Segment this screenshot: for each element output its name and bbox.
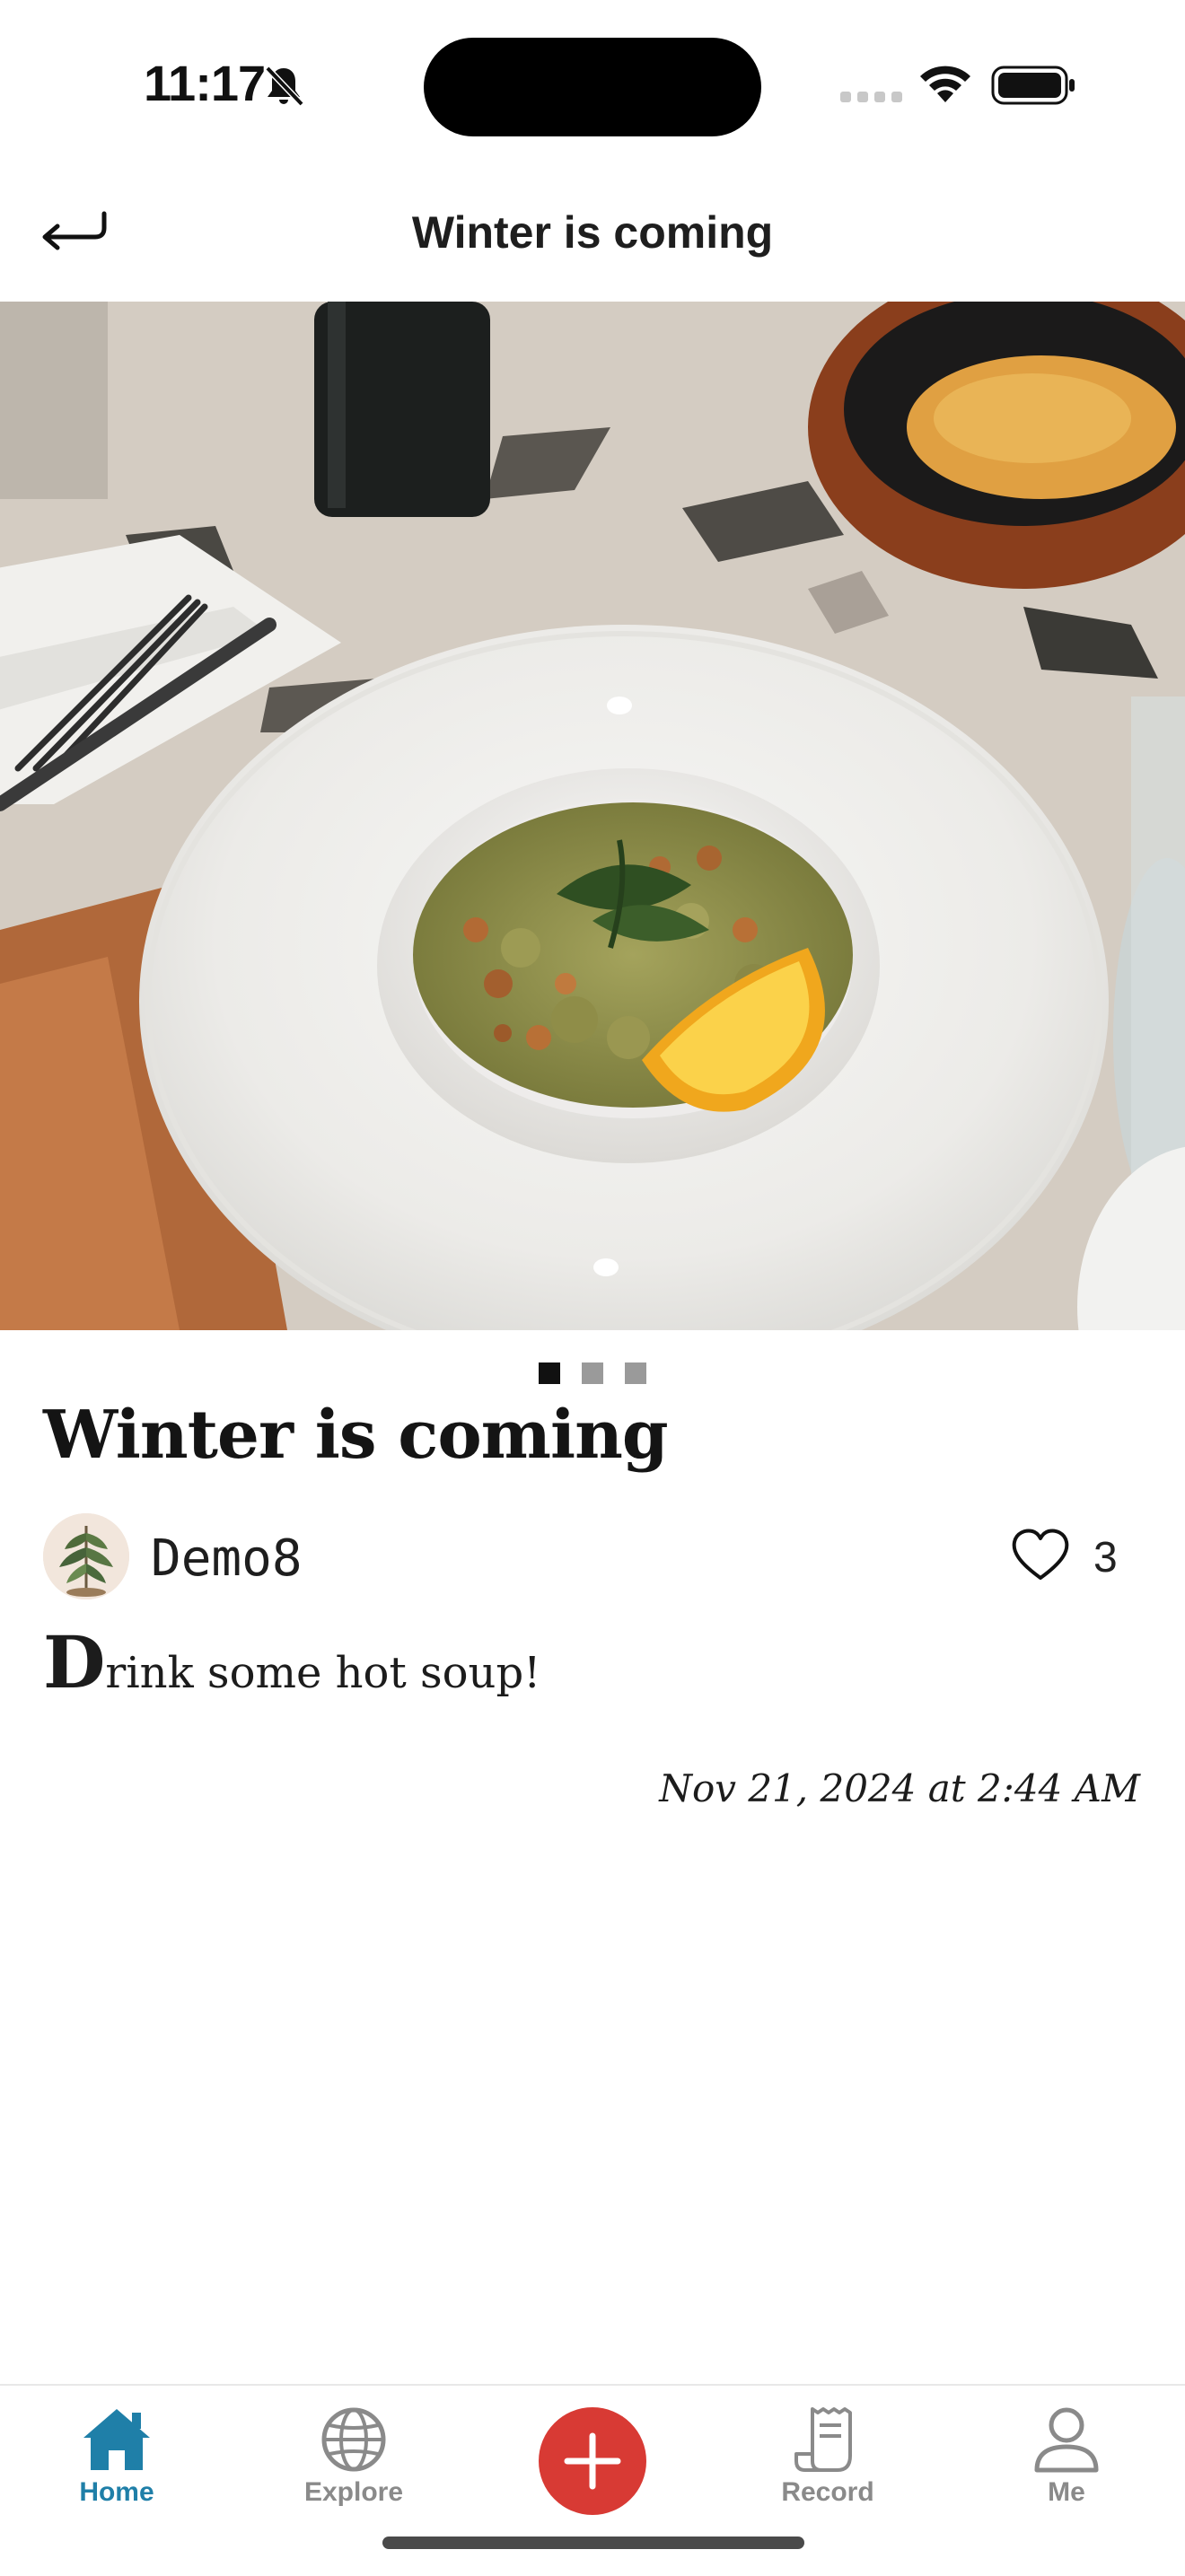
tab-home[interactable]: Home xyxy=(27,2405,206,2522)
tab-me-label: Me xyxy=(1048,2477,1085,2507)
nav-header: Winter is coming xyxy=(0,171,1185,302)
globe-icon xyxy=(321,2407,386,2472)
post-photo[interactable] xyxy=(0,302,1185,1330)
post-body-drop-cap: D xyxy=(43,1620,106,1704)
post-body: Drink some hot soup! xyxy=(43,1626,540,1698)
heart-outline-icon[interactable] xyxy=(1009,1526,1072,1583)
add-post-button[interactable] xyxy=(539,2407,646,2515)
header-title: Winter is coming xyxy=(411,207,774,258)
author-row: Demo8 3 xyxy=(43,1513,1142,1599)
carousel-dot-2[interactable] xyxy=(582,1362,603,1384)
status-time: 11:17 xyxy=(144,55,266,111)
home-indicator[interactable] xyxy=(382,2537,804,2549)
tab-home-label: Home xyxy=(79,2477,154,2507)
bell-slash-icon xyxy=(265,66,304,107)
post-body-text: rink some hot soup! xyxy=(105,1648,541,1698)
post-date: Nov 21, 2024 at 2:44 AM xyxy=(659,1766,1140,1810)
author-name[interactable]: Demo8 xyxy=(151,1529,303,1588)
carousel-dot-1[interactable] xyxy=(539,1362,560,1384)
carousel-dots xyxy=(0,1362,1185,1384)
tab-me[interactable]: Me xyxy=(977,2405,1156,2522)
plant-avatar-icon xyxy=(43,1513,129,1599)
person-icon xyxy=(1034,2407,1099,2473)
battery-icon xyxy=(991,66,1075,105)
tab-explore[interactable]: Explore xyxy=(264,2405,443,2522)
author-avatar[interactable] xyxy=(43,1513,129,1599)
tab-explore-label: Explore xyxy=(303,2477,404,2507)
house-icon xyxy=(83,2409,150,2470)
plus-icon xyxy=(564,2432,621,2490)
receipt-icon xyxy=(794,2407,852,2472)
tab-record-label: Record xyxy=(781,2477,874,2507)
food-photo-illustration xyxy=(0,302,1185,1330)
carousel-dot-3[interactable] xyxy=(625,1362,646,1384)
tab-record[interactable]: Record xyxy=(738,2405,917,2522)
like-count: 3 xyxy=(1093,1534,1118,1582)
wifi-icon xyxy=(920,66,970,102)
status-bar: 11:17 xyxy=(0,0,1185,171)
dynamic-island xyxy=(424,38,761,136)
cellular-signal-icon xyxy=(840,92,902,102)
post-title: Winter is coming xyxy=(43,1397,669,1474)
